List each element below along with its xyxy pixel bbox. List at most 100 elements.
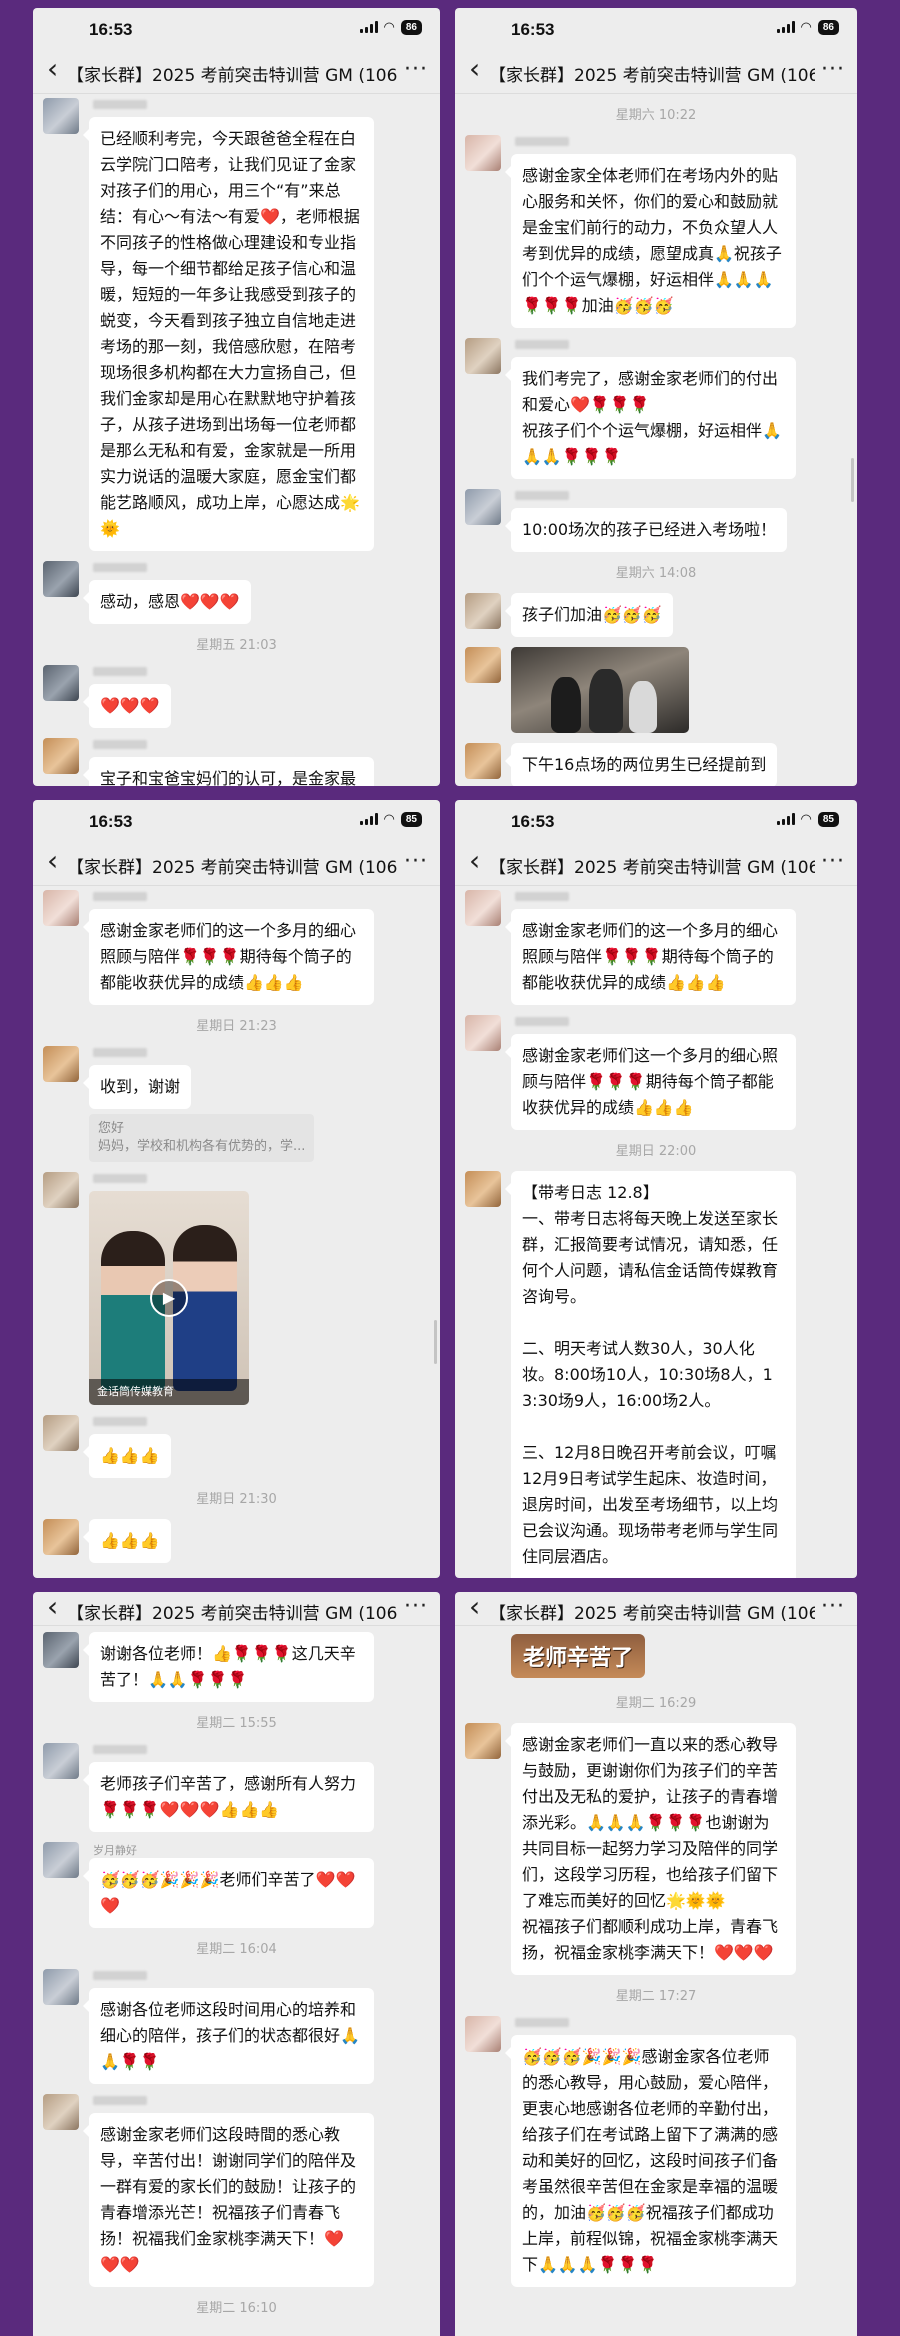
back-icon[interactable]: ‹ <box>47 846 58 876</box>
message-bubble[interactable]: 感谢金家老师们这一个多月的细心照顾与陪伴🌹🌹🌹期待每个筒子都能收获优异的成绩👍👍… <box>505 1034 796 1130</box>
message-list[interactable]: 老师辛苦了 星期二 16:29 感谢金家老师们一直以来的悉心教导与鼓励，更谢谢你… <box>455 1626 857 2336</box>
quoted-message[interactable]: 您好 妈妈，学校和机构各有优势的，学... <box>89 1114 315 1162</box>
message: 10:00场次的孩子已经进入考场啦！ <box>465 489 857 552</box>
message-bubble[interactable]: 感谢金家老师们这段時間的悉心教导，辛苦付出！谢谢同学们的陪伴及一群有爱的家长们的… <box>83 2113 374 2287</box>
avatar[interactable] <box>43 561 79 597</box>
message-bubble[interactable]: 宝子和宝爸宝妈们的认可，是金家最大的动力❤️❤️❤️ <box>83 757 374 786</box>
photo-message[interactable] <box>511 647 689 733</box>
more-icon[interactable]: ··· <box>404 849 428 874</box>
avatar[interactable] <box>465 489 501 525</box>
chat-title: 【家长群】2025 考前突击特训营 GM (106) <box>67 858 398 878</box>
message-bubble[interactable]: 收到，谢谢 <box>82 1065 192 1109</box>
battery-icon: 85 <box>400 811 422 827</box>
message-bubble[interactable]: 👍👍👍 <box>83 1434 171 1478</box>
message-bubble[interactable]: ❤️❤️❤️ <box>83 684 171 728</box>
back-icon[interactable]: ‹ <box>469 1592 480 1622</box>
message-list[interactable]: 感谢金家老师们的这一个多月的细心照顾与陪伴🌹🌹🌹期待每个筒子的都能收获优异的成绩… <box>33 886 440 1578</box>
sender-name <box>515 491 569 500</box>
timestamp: 星期二 15:55 <box>196 1716 277 1731</box>
avatar[interactable] <box>465 338 501 374</box>
play-icon[interactable]: ▶ <box>150 1279 188 1317</box>
back-icon[interactable]: ‹ <box>469 846 480 876</box>
message-bubble[interactable]: 👍👍👍 <box>83 1519 171 1563</box>
message-bubble[interactable]: 感谢金家老师们的这一个多月的细心照顾与陪伴🌹🌹🌹期待每个筒子的都能收获优异的成绩… <box>83 909 374 1005</box>
message-bubble[interactable]: 感谢金家老师们的这一个多月的细心照顾与陪伴🌹🌹🌹期待每个筒子的都能收获优异的成绩… <box>505 909 796 1005</box>
message-bubble[interactable]: 感动，感恩❤️❤️❤️ <box>83 580 251 624</box>
message-bubble[interactable]: 下午16点场的两位男生已经提前到 <box>504 743 778 786</box>
message-bubble[interactable]: 【带考日志 12.8】 一、带考日志将每天晚上发送至家长群，汇报简要考试情况，请… <box>505 1171 796 1578</box>
avatar[interactable] <box>43 890 79 926</box>
message <box>465 647 857 733</box>
chat-nav-bar: ‹ 【家长群】2025 考前突击特训营 GM (106) ··· <box>455 840 857 886</box>
sender-name <box>93 1745 147 1754</box>
avatar[interactable] <box>465 1171 501 1207</box>
wifi-icon: ◠ <box>800 19 812 34</box>
message: 感谢金家老师们这一个多月的细心照顾与陪伴🌹🌹🌹期待每个筒子都能收获优异的成绩👍👍… <box>465 1015 857 1130</box>
message-bubble[interactable]: 谢谢各位老师！👍🌹🌹🌹这几天辛苦了！🙏🙏🌹🌹🌹 <box>83 1632 374 1702</box>
avatar[interactable] <box>465 1723 501 1759</box>
message-bubble[interactable]: 感谢金家老师们一直以来的悉心教导与鼓励，更谢谢你们为孩子们的辛苦付出及无私的爱护… <box>505 1723 796 1975</box>
avatar[interactable] <box>43 1046 79 1082</box>
more-icon[interactable]: ··· <box>821 849 845 874</box>
message-bubble[interactable]: 老师孩子们辛苦了，感谢所有人努力🌹🌹🌹❤️❤️❤️👍👍👍 <box>83 1762 374 1832</box>
more-icon[interactable]: ··· <box>821 1594 845 1619</box>
more-icon[interactable]: ··· <box>404 1594 428 1619</box>
timestamp: 星期二 17:27 <box>615 1989 697 2004</box>
message-list[interactable]: 谢谢各位老师！👍🌹🌹🌹这几天辛苦了！🙏🙏🌹🌹🌹 星期二 15:55 老师孩子们辛… <box>33 1626 440 2336</box>
back-icon[interactable]: ‹ <box>47 1592 58 1622</box>
message: 感谢金家老师们这段時間的悉心教导，辛苦付出！谢谢同学们的陪伴及一群有爱的家长们的… <box>43 2094 440 2287</box>
message-list[interactable]: 已经顺利考完，今天跟爸爸全程在白云学院门口陪考，让我们见证了金家对孩子们的用心，… <box>33 94 440 786</box>
message-bubble[interactable]: 孩子们加油🥳🥳🥳 <box>505 593 673 637</box>
message: 👍👍👍 <box>43 1415 440 1478</box>
message: ▶ 金话筒传媒教育 <box>43 1172 440 1405</box>
timestamp: 星期六 10:22 <box>615 108 697 123</box>
message-bubble[interactable]: 我们考完了，感谢金家老师们的付出和爱心❤️🌹🌹🌹 祝孩子们个个运气爆棚，好运相伴… <box>505 357 796 479</box>
avatar[interactable] <box>43 1743 79 1779</box>
message-bubble[interactable]: 感谢金家全体老师们在考场内外的贴心服务和关怀，你们的爱心和鼓励就是金宝们前行的动… <box>505 154 796 328</box>
video-message[interactable]: ▶ 金话筒传媒教育 <box>89 1191 249 1405</box>
avatar[interactable] <box>465 2016 501 2052</box>
message: ❤️❤️❤️ <box>43 665 440 728</box>
timestamp: 星期五 21:03 <box>196 638 277 653</box>
avatar[interactable] <box>43 1969 79 2005</box>
avatar[interactable] <box>43 2094 79 2130</box>
message: 老师孩子们辛苦了，感谢所有人努力🌹🌹🌹❤️❤️❤️👍👍👍 <box>43 1743 440 1832</box>
avatar[interactable] <box>465 1015 501 1051</box>
signal-icon <box>776 21 795 33</box>
message-list[interactable]: 星期六 10:22 感谢金家全体老师们在考场内外的贴心服务和关怀，你们的爱心和鼓… <box>455 94 857 786</box>
message-bubble[interactable]: 🥳🥳🥳🎉🎉🎉老师们辛苦了❤️❤️❤️ <box>83 1858 374 1928</box>
message: 下午16点场的两位男生已经提前到 <box>465 743 857 786</box>
avatar[interactable] <box>43 738 79 774</box>
avatar[interactable] <box>465 593 501 629</box>
message-bubble[interactable]: 🥳🥳🥳🎉🎉🎉感谢金家各位老师的悉心教导，用心鼓励，爱心陪伴，更衷心地感谢各位老师… <box>505 2035 796 2287</box>
scrollbar[interactable] <box>434 1320 437 1364</box>
message-bubble[interactable]: 已经顺利考完，今天跟爸爸全程在白云学院门口陪考，让我们见证了金家对孩子们的用心，… <box>83 117 374 551</box>
avatar[interactable] <box>465 890 501 926</box>
avatar[interactable] <box>43 1172 79 1208</box>
message-list[interactable]: 感谢金家老师们的这一个多月的细心照顾与陪伴🌹🌹🌹期待每个筒子的都能收获优异的成绩… <box>455 886 857 1578</box>
avatar[interactable] <box>43 1842 79 1878</box>
avatar[interactable] <box>465 743 501 779</box>
chat-title: 【家长群】2025 考前突击特训营 GM (106) <box>489 858 815 878</box>
message-bubble[interactable]: 10:00场次的孩子已经进入考场啦！ <box>504 508 788 552</box>
avatar[interactable] <box>43 1632 79 1668</box>
chat-nav-bar: ‹ 【家长群】2025 考前突击特训营 GM (106) ··· <box>455 1592 857 1626</box>
avatar[interactable] <box>43 1415 79 1451</box>
message: 我们考完了，感谢金家老师们的付出和爱心❤️🌹🌹🌹 祝孩子们个个运气爆棚，好运相伴… <box>465 338 857 479</box>
message: 感谢金家全体老师们在考场内外的贴心服务和关怀，你们的爱心和鼓励就是金宝们前行的动… <box>465 135 857 328</box>
wifi-icon: ◠ <box>383 811 395 826</box>
avatar[interactable] <box>43 98 79 134</box>
message-bubble[interactable]: 感谢各位老师这段时间用心的培养和细心的陪伴，孩子们的状态都很好🙏🙏🌹🌹 <box>83 1988 374 2084</box>
avatar[interactable] <box>43 665 79 701</box>
sticker-message[interactable]: 老师辛苦了 <box>511 1634 646 1678</box>
avatar[interactable] <box>465 135 501 171</box>
more-icon[interactable]: ··· <box>821 57 845 82</box>
scrollbar[interactable] <box>851 458 854 502</box>
avatar[interactable] <box>465 647 501 683</box>
back-icon[interactable]: ‹ <box>47 54 58 84</box>
message: 👍👍👍 <box>43 1519 440 1563</box>
back-icon[interactable]: ‹ <box>469 54 480 84</box>
sender-name <box>93 667 147 676</box>
avatar[interactable] <box>43 1519 79 1555</box>
more-icon[interactable]: ··· <box>404 57 428 82</box>
